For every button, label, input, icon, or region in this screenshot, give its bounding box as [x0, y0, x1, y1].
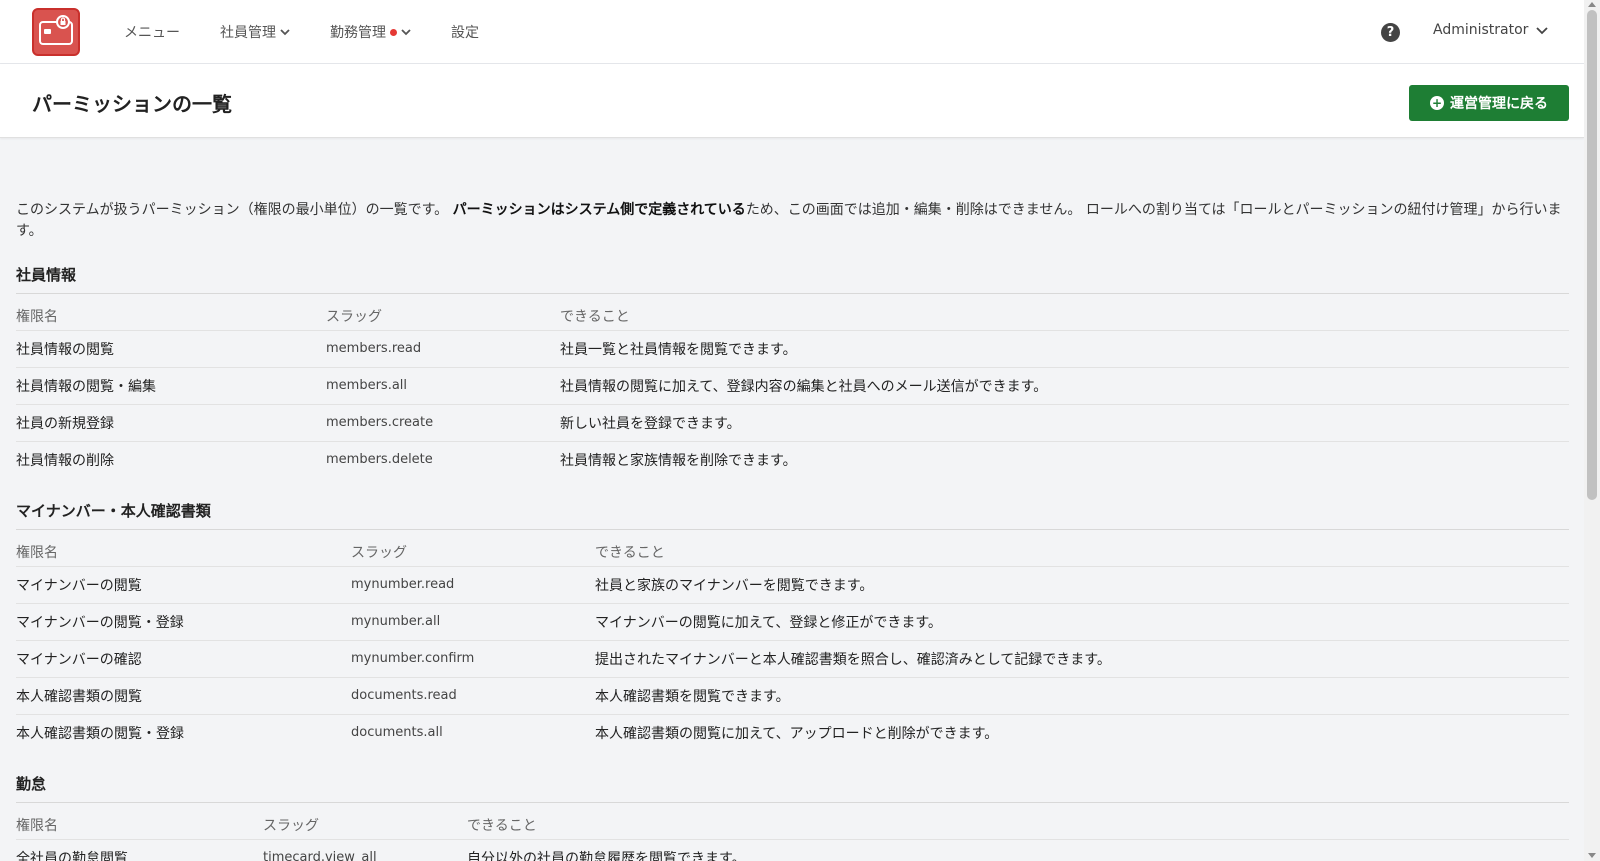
- scrollbar[interactable]: [1584, 0, 1600, 861]
- permission-table: 権限名 スラッグ できること 社員情報の閲覧 members.read 社員一覧と社員情報…: [16, 294, 1569, 478]
- cell-slug: mynumber.read: [351, 566, 595, 604]
- cell-name: マイナンバーの閲覧・登録: [16, 603, 351, 641]
- circle-plus-icon: +: [1430, 96, 1444, 110]
- nav-menu[interactable]: メニュー: [124, 22, 180, 42]
- column-header-name: 権限名: [16, 803, 263, 840]
- scroll-thumb[interactable]: [1587, 10, 1597, 500]
- cell-name: 本人確認書類の閲覧: [16, 677, 351, 715]
- table-header-row: 権限名 スラッグ できること: [16, 803, 1569, 840]
- cell-desc: 社員一覧と社員情報を閲覧できます。: [560, 330, 1569, 368]
- chevron-down-icon: [401, 29, 411, 36]
- nav-attendance-dropdown[interactable]: 勤務管理: [330, 22, 411, 42]
- chevron-down-icon: [1536, 27, 1549, 35]
- column-header-slug: スラッグ: [263, 803, 467, 840]
- nav-members-dropdown[interactable]: 社員管理: [220, 22, 290, 42]
- cell-slug: mynumber.all: [351, 603, 595, 641]
- section-title: 社員情報: [16, 264, 1569, 294]
- cell-desc: マイナンバーの閲覧に加えて、登録と修正ができます。: [595, 603, 1569, 641]
- column-header-slug: スラッグ: [326, 294, 560, 331]
- table-row: 本人確認書類の閲覧・登録 documents.all 本人確認書類の閲覧に加えて、ア…: [16, 714, 1569, 751]
- scroll-down-icon[interactable]: [1588, 853, 1596, 858]
- permission-section: マイナンバー・本人確認書類 権限名 スラッグ できること マイナンバーの閲覧 mynumb…: [16, 500, 1569, 751]
- notification-dot: [390, 28, 397, 36]
- cell-desc: 新しい社員を登録できます。: [560, 404, 1569, 442]
- cell-slug: mynumber.confirm: [351, 640, 595, 678]
- help-icon[interactable]: ?: [1381, 23, 1400, 42]
- cell-slug: members.delete: [326, 452, 433, 468]
- app-logo[interactable]: [32, 8, 80, 56]
- cell-slug: members.read: [326, 330, 560, 368]
- nav-settings[interactable]: 設定: [451, 22, 479, 42]
- section-title: 勤怠: [16, 773, 1569, 803]
- chevron-down-icon: [280, 29, 290, 36]
- cell-name: 社員の新規登録: [16, 404, 326, 442]
- logo-icon: [39, 15, 73, 45]
- page-header: パーミッションの一覧 + 運営管理に戻る: [0, 64, 1584, 138]
- cell-desc: 本人確認書類の閲覧に加えて、アップロードと削除ができます。: [595, 725, 999, 742]
- cell-name: 社員情報の閲覧: [16, 330, 326, 368]
- section-title: マイナンバー・本人確認書類: [16, 500, 1569, 530]
- cell-desc: 社員情報の閲覧に加えて、登録内容の編集と社員へのメール送信ができます。: [560, 367, 1569, 405]
- cell-desc: 社員情報と家族情報を削除できます。: [560, 452, 797, 469]
- intro-text: このシステムが扱うパーミッション（権限の最小単位）の一覧です。 パーミッションは…: [16, 202, 1562, 239]
- table-row: 社員の新規登録 members.create 新しい社員を登録できます。: [16, 404, 1569, 442]
- table-row: 社員情報の閲覧 members.read 社員一覧と社員情報を閲覧できます。: [16, 330, 1569, 368]
- top-navbar: メニュー 社員管理 勤務管理 設定 ? Administrator: [0, 0, 1584, 64]
- permission-table: 権限名 スラッグ できること マイナンバーの閲覧 mynumber.read 社員と家族の…: [16, 530, 1569, 751]
- permission-table: 権限名 スラッグ できること全社員の勤怠閲覧 timecard.view_all 自分以…: [16, 803, 1569, 861]
- column-header-slug: スラッグ: [351, 530, 595, 567]
- cell-name: マイナンバーの閲覧: [16, 566, 351, 604]
- table-row: マイナンバーの確認 mynumber.confirm 提出されたマイナンバーと本人確…: [16, 640, 1569, 678]
- table-header-row: 権限名 スラッグ できること: [16, 294, 1569, 331]
- permission-section: 勤怠 権限名 スラッグ できること全社員の勤怠閲覧 timecard.view_all 自…: [16, 773, 1569, 861]
- table-row: 社員情報の閲覧・編集 members.all 社員情報の閲覧に加えて、登録内容の編集…: [16, 367, 1569, 405]
- permission-section: 社員情報 権限名 スラッグ できること 社員情報の閲覧 members.read 社員一覧と…: [16, 264, 1569, 478]
- cell-desc: 提出されたマイナンバーと本人確認書類を照合し、確認済みとして記録できます。: [595, 640, 1569, 678]
- table-row: 全社員の勤怠閲覧 timecard.view_all 自分以外の社員の勤怠履歴を閲覧…: [16, 839, 1569, 861]
- cell-slug: documents.all: [351, 725, 443, 741]
- page-title: パーミッションの一覧: [32, 92, 232, 116]
- back-to-admin-button[interactable]: + 運営管理に戻る: [1409, 85, 1569, 121]
- cell-slug: members.create: [326, 404, 560, 442]
- cell-desc: 社員と家族のマイナンバーを閲覧できます。: [595, 566, 1569, 604]
- cell-name: 社員情報の削除: [16, 452, 114, 469]
- user-name: Administrator: [1433, 22, 1529, 38]
- cell-name: 全社員の勤怠閲覧: [16, 850, 128, 861]
- cell-slug: timecard.view_all: [263, 850, 377, 861]
- cell-desc: 本人確認書類を閲覧できます。: [595, 677, 1569, 715]
- main-content: このシステムが扱うパーミッション（権限の最小単位）の一覧です。 パーミッションは…: [16, 200, 1569, 861]
- table-header-row: 権限名 スラッグ できること: [16, 530, 1569, 567]
- user-menu[interactable]: Administrator: [1433, 22, 1549, 38]
- cell-desc: 自分以外の社員の勤怠履歴を閲覧できます。: [467, 850, 746, 861]
- table-row: 本人確認書類の閲覧 documents.read 本人確認書類を閲覧できます。: [16, 677, 1569, 715]
- cell-slug: documents.read: [351, 677, 595, 715]
- cell-name: マイナンバーの確認: [16, 640, 351, 678]
- table-row: マイナンバーの閲覧 mynumber.read 社員と家族のマイナンバーを閲覧できま…: [16, 566, 1569, 604]
- table-row: 社員情報の削除 members.delete 社員情報と家族情報を削除できます。: [16, 441, 1569, 478]
- column-header-desc: できること: [595, 530, 1569, 567]
- scroll-up-icon[interactable]: [1588, 2, 1596, 7]
- table-row: マイナンバーの閲覧・登録 mynumber.all マイナンバーの閲覧に加えて、登録…: [16, 603, 1569, 641]
- column-header-name: 権限名: [16, 530, 351, 567]
- cell-name: 社員情報の閲覧・編集: [16, 367, 326, 405]
- cell-slug: members.all: [326, 367, 560, 405]
- cell-name: 本人確認書類の閲覧・登録: [16, 725, 184, 742]
- column-header-name: 権限名: [16, 294, 326, 331]
- column-header-desc: できること: [560, 294, 1569, 331]
- permission-sections: 社員情報 権限名 スラッグ できること 社員情報の閲覧 members.read 社員一覧と…: [16, 264, 1569, 861]
- main-nav: メニュー 社員管理 勤務管理 設定: [124, 0, 519, 64]
- column-header-desc: できること: [467, 803, 1569, 840]
